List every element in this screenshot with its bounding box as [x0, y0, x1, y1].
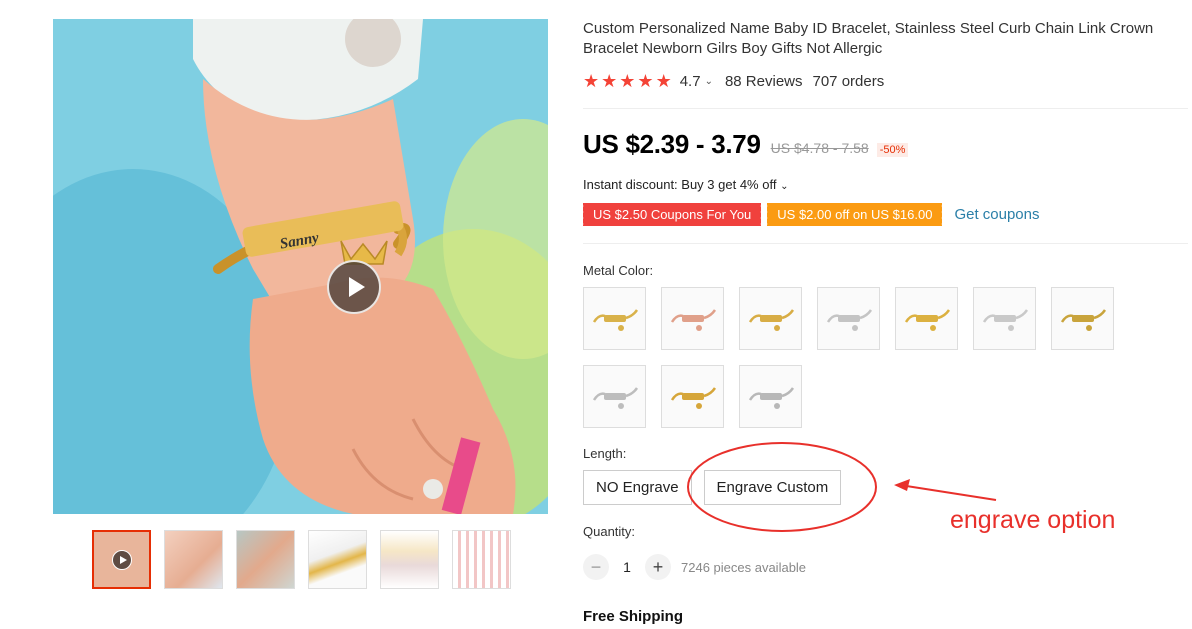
length-label: Length:	[583, 446, 627, 461]
metal-color-swatches	[583, 287, 1143, 428]
bracelet-icon	[592, 308, 638, 331]
annotation-text: engrave option	[950, 506, 1116, 534]
bracelet-icon	[670, 308, 716, 331]
rating-row: ★ ★ ★ ★ ★ 4.7 ⌄ 88 Reviews 707 orders	[583, 72, 884, 90]
stock-available: 7246 pieces available	[681, 559, 807, 575]
current-price: US $2.39 - 3.79	[583, 129, 761, 159]
coupons-row: US $2.50 Coupons For You US $2.00 off on…	[580, 203, 1040, 226]
bracelet-icon	[1060, 308, 1106, 331]
coupon-badge[interactable]: US $2.00 off on US $16.00	[765, 203, 943, 226]
bracelet-icon	[904, 308, 950, 331]
swatch-rose-gold[interactable]	[661, 287, 724, 350]
divider	[583, 108, 1188, 109]
thumbnail-strip	[92, 530, 511, 589]
play-icon	[348, 277, 365, 297]
swatch-silver-link[interactable]	[739, 365, 802, 428]
thumbnail-video[interactable]	[92, 530, 151, 589]
length-options: NO Engrave Engrave Custom	[583, 470, 842, 505]
reviews-link[interactable]: 88 Reviews	[725, 73, 803, 90]
swatch-gold-crown[interactable]	[583, 287, 646, 350]
star-icon: ★	[637, 71, 654, 91]
coupon-badge[interactable]: US $2.50 Coupons For You	[580, 203, 762, 226]
instant-discount[interactable]: Instant discount: Buy 3 get 4% off ⌄	[583, 177, 788, 192]
star-icon: ★	[655, 71, 672, 91]
swatch-silver-heart[interactable]	[973, 287, 1036, 350]
star-icon: ★	[583, 71, 600, 91]
quantity-label: Quantity:	[583, 524, 636, 539]
star-icon: ★	[619, 71, 636, 91]
bracelet-icon	[592, 386, 638, 409]
instant-discount-text: Instant discount: Buy 3 get 4% off	[583, 177, 777, 192]
thumbnail-image[interactable]	[380, 530, 439, 589]
thumbnail-image[interactable]	[308, 530, 367, 589]
bracelet-icon	[670, 386, 716, 409]
discount-badge: -50%	[876, 143, 909, 157]
product-photo: Sanny	[53, 19, 548, 514]
thumbnail-image[interactable]	[452, 530, 511, 589]
swatch-gold-clasp[interactable]	[661, 365, 724, 428]
star-icon: ★	[601, 71, 618, 91]
no-engrave-option[interactable]: NO Engrave	[583, 470, 692, 505]
annotation-arrow	[899, 484, 997, 501]
engrave-custom-option[interactable]: Engrave Custom	[703, 470, 842, 505]
bracelet-icon	[748, 386, 794, 409]
orders-count: 707 orders	[812, 72, 885, 90]
swatch-gold-heart[interactable]	[895, 287, 958, 350]
swatch-gold-chain[interactable]	[1051, 287, 1114, 350]
product-title: Custom Personalized Name Baby ID Bracele…	[583, 20, 1154, 57]
thumbnail-image[interactable]	[164, 530, 223, 589]
rating-value[interactable]: 4.7	[680, 73, 701, 90]
play-icon	[112, 550, 132, 570]
swatch-silver-clasp[interactable]	[583, 365, 646, 428]
increase-quantity-button[interactable]: +	[645, 554, 671, 580]
quantity-stepper: − 1 + 7246 pieces available	[583, 554, 806, 580]
rating-stars: ★ ★ ★ ★ ★	[583, 72, 672, 90]
metal-color-label: Metal Color:	[583, 263, 654, 278]
thumbnail-image[interactable]	[236, 530, 295, 589]
product-main-image[interactable]: Sanny	[53, 19, 548, 514]
original-price: US $4.78 - 7.58	[770, 140, 869, 156]
shipping-info: Free Shipping	[583, 608, 684, 625]
chevron-down-icon[interactable]: ⌄	[705, 76, 713, 87]
swatch-gold-bar[interactable]	[739, 287, 802, 350]
arrow-head-icon	[894, 479, 910, 491]
bracelet-icon	[826, 308, 872, 331]
quantity-value[interactable]: 1	[609, 559, 645, 575]
swatch-silver-bar[interactable]	[817, 287, 880, 350]
bracelet-icon	[748, 308, 794, 331]
get-coupons-link[interactable]: Get coupons	[954, 206, 1039, 223]
chevron-down-icon: ⌄	[780, 181, 789, 192]
price-row: US $2.39 - 3.79 US $4.78 - 7.58 -50%	[583, 129, 909, 160]
bracelet-icon	[982, 308, 1028, 331]
decrease-quantity-button[interactable]: −	[583, 554, 609, 580]
play-video-button[interactable]	[327, 260, 381, 314]
divider	[583, 243, 1188, 244]
